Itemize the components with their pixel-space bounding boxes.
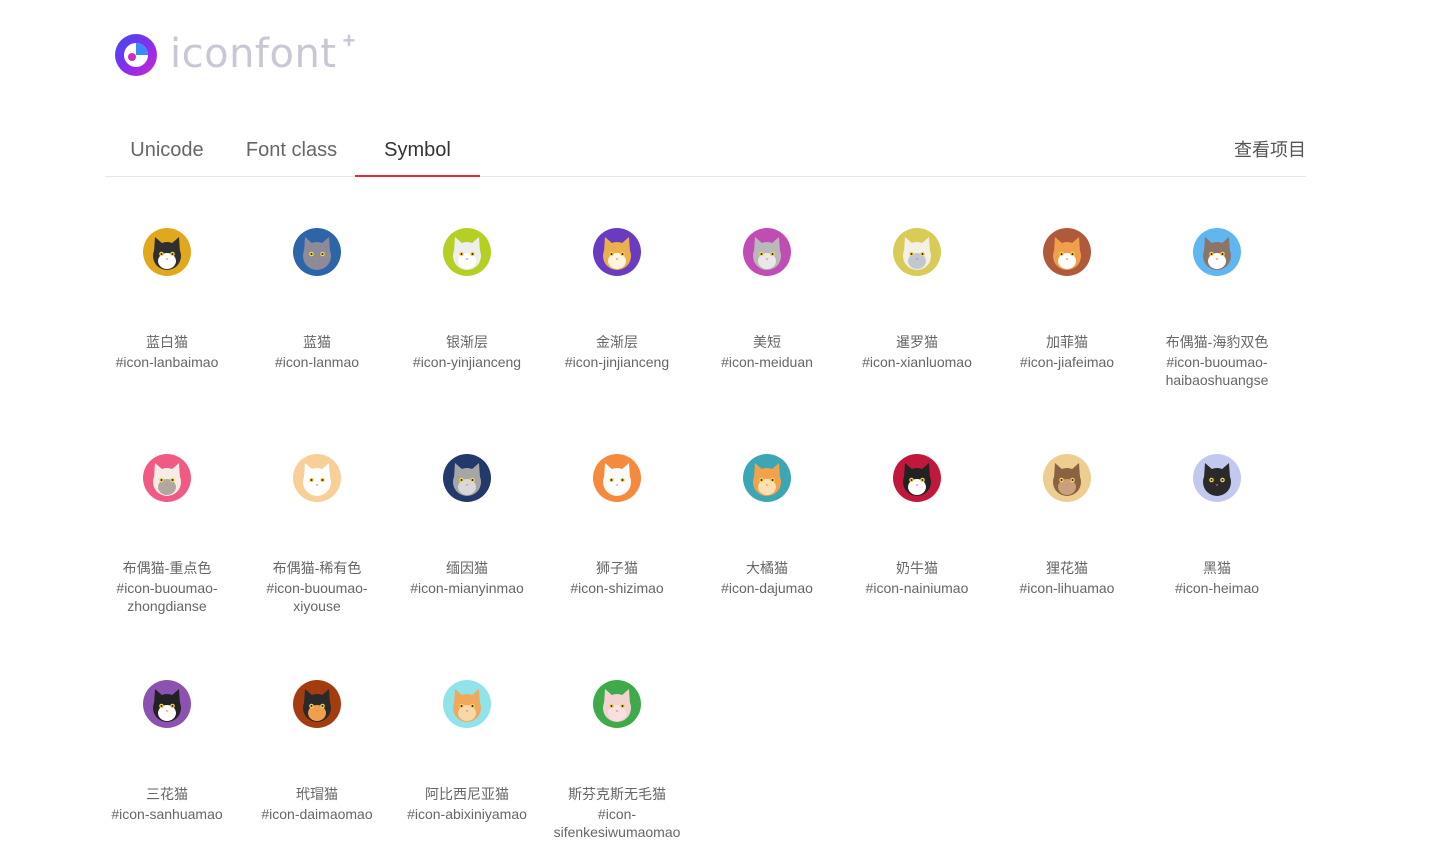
cat-icon (743, 228, 791, 276)
icon-name: 三花猫 (146, 786, 188, 802)
icon-card[interactable]: 布偶猫-稀有色 #icon-buoumao-xiyouse (242, 426, 392, 615)
icon-code: #icon-buoumao-xiyouse (266, 580, 368, 614)
cat-icon (293, 680, 341, 728)
icon-card[interactable]: 金渐层 #icon-jinjianceng (542, 200, 692, 371)
icon-code: #icon-dajumao (721, 580, 813, 596)
icon-card[interactable]: 美短 #icon-meiduan (692, 200, 842, 371)
cat-icon (1043, 228, 1091, 276)
icon-name: 蓝白猫 (146, 334, 188, 350)
icon-code: #icon-sifenkesiwumaomao (553, 806, 681, 840)
tab-symbol[interactable]: Symbol (355, 126, 480, 177)
iconfont-logo[interactable]: iconfont + (114, 28, 355, 77)
icon-card[interactable]: 大橘猫 #icon-dajumao (692, 426, 842, 597)
icon-card[interactable]: 斯芬克斯无毛猫 #icon-sifenkesiwumaomao (542, 652, 692, 841)
cat-icon (1193, 228, 1241, 276)
icon-card[interactable]: 银渐层 #icon-yinjianceng (392, 200, 542, 371)
icon-name: 玳瑁猫 (296, 786, 338, 802)
tab-bar: Unicode Font class Symbol 查看项目 (105, 126, 1306, 177)
icon-card[interactable]: 暹罗猫 #icon-xianluomao (842, 200, 992, 371)
icon-code: #icon-lanmao (274, 354, 360, 370)
icon-name: 布偶猫-稀有色 (272, 560, 362, 576)
icon-name: 大橘猫 (746, 560, 788, 576)
icon-name: 阿比西尼亚猫 (425, 786, 509, 802)
cat-icon (593, 454, 641, 502)
icon-name: 布偶猫-重点色 (122, 560, 212, 576)
icon-code: #icon-abixiniyamao (407, 806, 527, 822)
icon-name: 布偶猫-海豹双色 (1165, 334, 1269, 350)
cat-icon (143, 680, 191, 728)
cat-icon (743, 454, 791, 502)
icon-name: 奶牛猫 (896, 560, 938, 576)
icon-card[interactable]: 蓝白猫 #icon-lanbaimao (92, 200, 242, 371)
iconfont-logo-icon (115, 34, 157, 76)
icon-code: #icon-daimaomao (261, 806, 373, 822)
cat-icon (443, 680, 491, 728)
icon-code: #icon-xianluomao (862, 354, 972, 370)
icon-name: 斯芬克斯无毛猫 (568, 786, 666, 802)
icon-card[interactable]: 加菲猫 #icon-jiafeimao (992, 200, 1142, 371)
icon-card[interactable]: 阿比西尼亚猫 #icon-abixiniyamao (392, 652, 542, 823)
icon-code: #icon-buoumao-haibaoshuangse (1165, 354, 1269, 388)
cat-icon (293, 454, 341, 502)
icon-name: 银渐层 (446, 334, 488, 350)
icon-name: 暹罗猫 (896, 334, 938, 350)
tab-unicode[interactable]: Unicode (105, 126, 229, 176)
icon-code: #icon-nainiumao (865, 580, 969, 596)
cat-icon (293, 228, 341, 276)
icon-card[interactable]: 狮子猫 #icon-shizimao (542, 426, 692, 597)
icon-name: 金渐层 (596, 334, 638, 350)
icon-code: #icon-lihuamao (1019, 580, 1115, 596)
cat-icon (443, 228, 491, 276)
icon-name: 美短 (753, 334, 781, 350)
icon-code: #icon-mianyinmao (410, 580, 524, 596)
icon-card[interactable]: 三花猫 #icon-sanhuamao (92, 652, 242, 823)
icon-code: #icon-buoumao-zhongdianse (116, 580, 218, 614)
cat-icon (143, 228, 191, 276)
icon-card[interactable]: 缅因猫 #icon-mianyinmao (392, 426, 542, 597)
icon-name: 缅因猫 (446, 560, 488, 576)
icon-code: #icon-heimao (1174, 580, 1260, 596)
icon-code: #icon-meiduan (721, 354, 813, 370)
icon-name: 狸花猫 (1046, 560, 1088, 576)
icon-code: #icon-lanbaimao (115, 354, 219, 370)
icon-card[interactable]: 蓝猫 #icon-lanmao (242, 200, 392, 371)
logo-plus: + (342, 28, 356, 53)
logo-wordmark: iconfont (170, 31, 337, 77)
cat-icon (1193, 454, 1241, 502)
icon-code: #icon-jiafeimao (1019, 354, 1115, 370)
cat-icon (893, 228, 941, 276)
cat-icon (143, 454, 191, 502)
tab-font-class[interactable]: Font class (229, 126, 354, 176)
icon-name: 加菲猫 (1046, 334, 1088, 350)
icon-name: 狮子猫 (596, 560, 638, 576)
icon-code: #icon-yinjianceng (412, 354, 522, 370)
view-project-link[interactable]: 查看项目 (1234, 126, 1306, 176)
icon-card[interactable]: 奶牛猫 #icon-nainiumao (842, 426, 992, 597)
icon-name: 蓝猫 (303, 334, 331, 350)
icon-code: #icon-jinjianceng (564, 354, 670, 370)
cat-icon (443, 454, 491, 502)
icon-card[interactable]: 狸花猫 #icon-lihuamao (992, 426, 1142, 597)
icon-card[interactable]: 布偶猫-海豹双色 #icon-buoumao-haibaoshuangse (1142, 200, 1292, 389)
icon-name: 黑猫 (1203, 560, 1231, 576)
icon-card[interactable]: 布偶猫-重点色 #icon-buoumao-zhongdianse (92, 426, 242, 615)
icon-card[interactable]: 玳瑁猫 #icon-daimaomao (242, 652, 392, 823)
cat-icon (593, 228, 641, 276)
cat-icon (593, 680, 641, 728)
cat-icon (893, 454, 941, 502)
cat-icon (1043, 454, 1091, 502)
icon-code: #icon-sanhuamao (111, 806, 223, 822)
icon-card[interactable]: 黑猫 #icon-heimao (1142, 426, 1292, 597)
icon-code: #icon-shizimao (570, 580, 664, 596)
